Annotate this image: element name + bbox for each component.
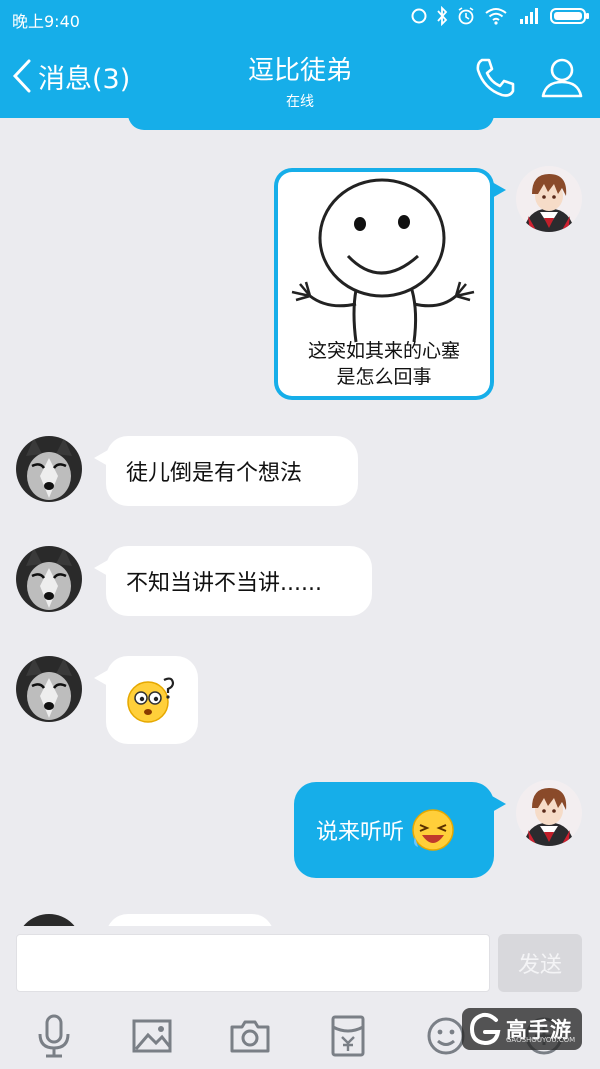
call-button[interactable] — [472, 56, 518, 104]
alarm-icon — [458, 7, 474, 25]
message-text: 说来听听 — [316, 820, 405, 845]
watermark-subtext: GAOSHOUYOU.COM — [506, 1036, 576, 1044]
microphone-icon — [38, 1014, 70, 1058]
message-bubble[interactable]: 不知当讲不当讲...... — [94, 546, 372, 616]
anime-character-avatar — [516, 780, 582, 846]
watermark-logo: 高手游 GAOSHOUYOU.COM — [462, 1008, 582, 1050]
camera-icon — [230, 1020, 270, 1053]
profile-button[interactable] — [540, 56, 584, 104]
send-button[interactable]: 发送 — [498, 934, 582, 992]
status-icons — [410, 6, 590, 26]
message-text: 徒儿倒是有个想法 — [126, 461, 303, 486]
husky-dog-avatar — [16, 546, 82, 612]
gaoshouyou-logo-icon — [469, 1012, 501, 1046]
sticker-caption: 这突如其来的心塞 是怎么回事 — [278, 338, 490, 390]
friend-avatar[interactable] — [16, 656, 82, 722]
friend-avatar[interactable] — [16, 914, 82, 926]
chat-title-area: 逗比徒弟 在线 — [150, 50, 450, 111]
message-bubble-partial[interactable] — [106, 914, 274, 926]
back-label: 消息(3) — [38, 63, 131, 95]
image-icon — [132, 1019, 172, 1053]
my-avatar[interactable] — [516, 166, 582, 232]
message-bubble[interactable]: 说来听听 — [294, 782, 506, 878]
previous-message-bubble — [128, 118, 494, 130]
sticker-image: 这突如其来的心塞 是怎么回事 — [278, 172, 490, 396]
friend-avatar[interactable] — [16, 436, 82, 502]
person-icon — [541, 58, 583, 98]
my-avatar[interactable] — [516, 780, 582, 846]
bluetooth-icon — [437, 6, 448, 26]
chevron-left-icon — [12, 59, 31, 93]
message-text: 不知当讲不当讲...... — [126, 571, 322, 596]
chat-title: 逗比徒弟 — [247, 56, 352, 86]
battery-icon — [550, 8, 589, 24]
message-bubble[interactable]: 徒儿倒是有个想法 — [94, 436, 358, 506]
chat-area[interactable]: 这突如其来的心塞 是怎么回事 徒儿倒是有个想法 不知当讲不当讲...... 说来… — [0, 118, 600, 926]
message-input[interactable] — [16, 934, 490, 992]
red-packet-icon — [331, 1015, 365, 1057]
online-status: 在线 — [286, 94, 314, 110]
top-bar: 晚上9:40 消息(3) 逗比徒弟 在线 — [0, 0, 600, 118]
anime-character-avatar — [516, 166, 582, 232]
phone-icon — [476, 58, 515, 97]
red-packet-button[interactable] — [324, 1012, 372, 1060]
sticker-caption-text: 这突如其来的心塞 是怎么回事 — [307, 340, 460, 388]
emoji-icon — [427, 1017, 465, 1055]
husky-dog-avatar — [16, 656, 82, 722]
confused-face-emoji — [127, 677, 175, 723]
status-bar: 晚上9:40 — [0, 0, 600, 36]
laughing-face-emoji — [412, 809, 454, 851]
emoji-message-bubble[interactable] — [94, 656, 198, 744]
camera-button[interactable] — [226, 1012, 274, 1060]
signal-icon — [520, 8, 538, 24]
sticker-message-bubble[interactable]: 这突如其来的心塞 是怎么回事 — [274, 168, 506, 400]
friend-avatar[interactable] — [16, 546, 82, 612]
wifi-icon — [485, 8, 507, 25]
husky-dog-avatar — [16, 914, 82, 926]
husky-dog-avatar — [16, 436, 82, 502]
photo-button[interactable] — [128, 1012, 176, 1060]
sync-icon — [411, 8, 427, 24]
back-button[interactable]: 消息(3) — [12, 52, 130, 100]
voice-button[interactable] — [30, 1012, 78, 1060]
status-time: 晚上9:40 — [12, 12, 80, 31]
